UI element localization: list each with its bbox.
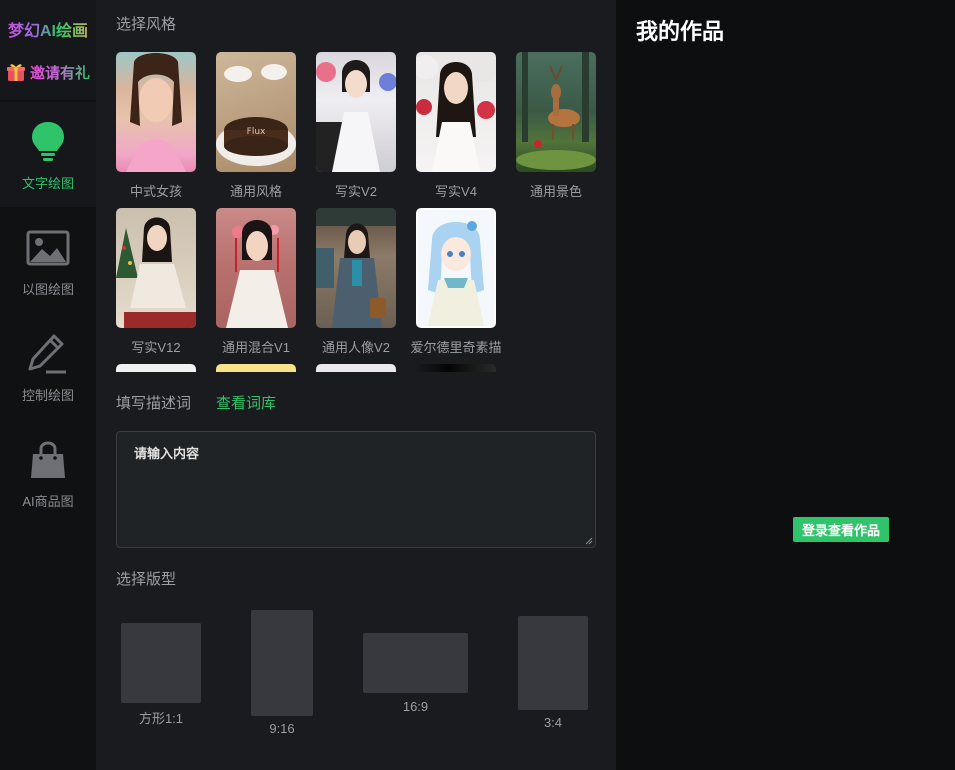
- style-thumbnail: [416, 364, 496, 372]
- style-label: 写实V4: [435, 184, 477, 199]
- style-grid: 中式女孩 Flux 通用风格 写实V2 写实V4 通用景色 写实V12 通用混合…: [116, 52, 616, 372]
- style-section-title: 选择风格: [116, 16, 177, 33]
- view-word-library-link[interactable]: 查看词库: [216, 392, 276, 413]
- style-thumbnail: [216, 364, 296, 372]
- prompt-input-wrapper: [116, 431, 596, 548]
- ratio-label: 16:9: [402, 699, 429, 714]
- nav-label: AI商品图: [22, 494, 74, 509]
- my-works-title: 我的作品: [636, 19, 725, 44]
- prompt-section-title: 填写描述词: [116, 395, 192, 412]
- style-thumbnail: [116, 364, 196, 372]
- brand-logo-text[interactable]: 梦幻AI绘画: [0, 17, 96, 41]
- ratio-preview-box: [518, 616, 588, 710]
- prompt-input[interactable]: [132, 441, 584, 542]
- ratio-option-9-16[interactable]: 9:16: [251, 610, 313, 736]
- brand-area: 梦幻AI绘画 邀请有礼: [0, 0, 96, 100]
- nav-label: 控制绘图: [21, 388, 74, 403]
- nav-control-draw[interactable]: 控制绘图: [0, 314, 96, 419]
- ratio-option-1-1[interactable]: 方形1:1: [121, 623, 201, 726]
- style-thumbnail: Flux: [216, 52, 296, 172]
- style-thumbnail: [416, 208, 496, 328]
- style-thumbnail: [416, 52, 496, 172]
- style-thumbnail: [216, 208, 296, 328]
- style-thumbnail: [116, 52, 196, 172]
- style-label: 通用人像V2: [322, 340, 390, 355]
- style-label: 通用混合V1: [222, 340, 290, 355]
- style-label: 中式女孩: [129, 184, 182, 199]
- login-to-view-works-button[interactable]: 登录查看作品: [793, 517, 889, 542]
- style-thumbnail: [316, 364, 396, 372]
- style-thumbnail: [516, 52, 596, 172]
- ratio-section-title: 选择版型: [116, 571, 177, 588]
- settings-panel: 选择风格 中式女孩 Flux 通用风格 写实V2 写实V4 通用景色 写实V12…: [96, 0, 616, 770]
- style-label: 爱尔德里奇素描: [410, 340, 502, 355]
- style-label: 写实V12: [131, 340, 181, 355]
- resize-grip-icon[interactable]: [585, 537, 593, 545]
- svg-text:Flux: Flux: [247, 127, 266, 137]
- nav-product-image[interactable]: AI商品图: [0, 420, 96, 525]
- invite-link[interactable]: 邀请有礼: [6, 62, 90, 82]
- invite-label: 邀请有礼: [30, 62, 90, 83]
- style-label: 写实V2: [335, 184, 377, 199]
- style-label: 通用景色: [529, 184, 582, 199]
- style-thumbnail: [316, 208, 396, 328]
- ratio-label: 9:16: [269, 721, 295, 736]
- nav-text-to-image[interactable]: 文字绘图: [0, 102, 96, 207]
- bulb-icon: [32, 122, 64, 161]
- image-icon: [26, 230, 70, 266]
- nav-image-to-image[interactable]: 以图绘图: [0, 208, 96, 313]
- ratio-preview-box: [363, 633, 468, 693]
- ratio-option-16-9[interactable]: 16:9: [363, 633, 468, 714]
- ratio-option-3-4[interactable]: 3:4: [518, 616, 588, 730]
- sidebar: 梦幻AI绘画 邀请有礼 文字绘图 以图绘图 控制绘图 AI商品图: [0, 0, 96, 770]
- pencil-icon: [28, 334, 66, 374]
- ratio-label: 3:4: [543, 715, 563, 730]
- style-thumbnail: [316, 52, 396, 172]
- shopping-bag-icon: [31, 441, 65, 478]
- style-thumbnail: [116, 208, 196, 328]
- ratio-label: 方形1:1: [138, 711, 184, 726]
- ratio-preview-box: [251, 610, 313, 716]
- nav-label: 以图绘图: [21, 282, 74, 297]
- nav-label: 文字绘图: [21, 176, 74, 191]
- ratio-preview-box: [121, 623, 201, 703]
- style-label: 通用风格: [229, 184, 282, 199]
- gift-icon: [7, 64, 25, 81]
